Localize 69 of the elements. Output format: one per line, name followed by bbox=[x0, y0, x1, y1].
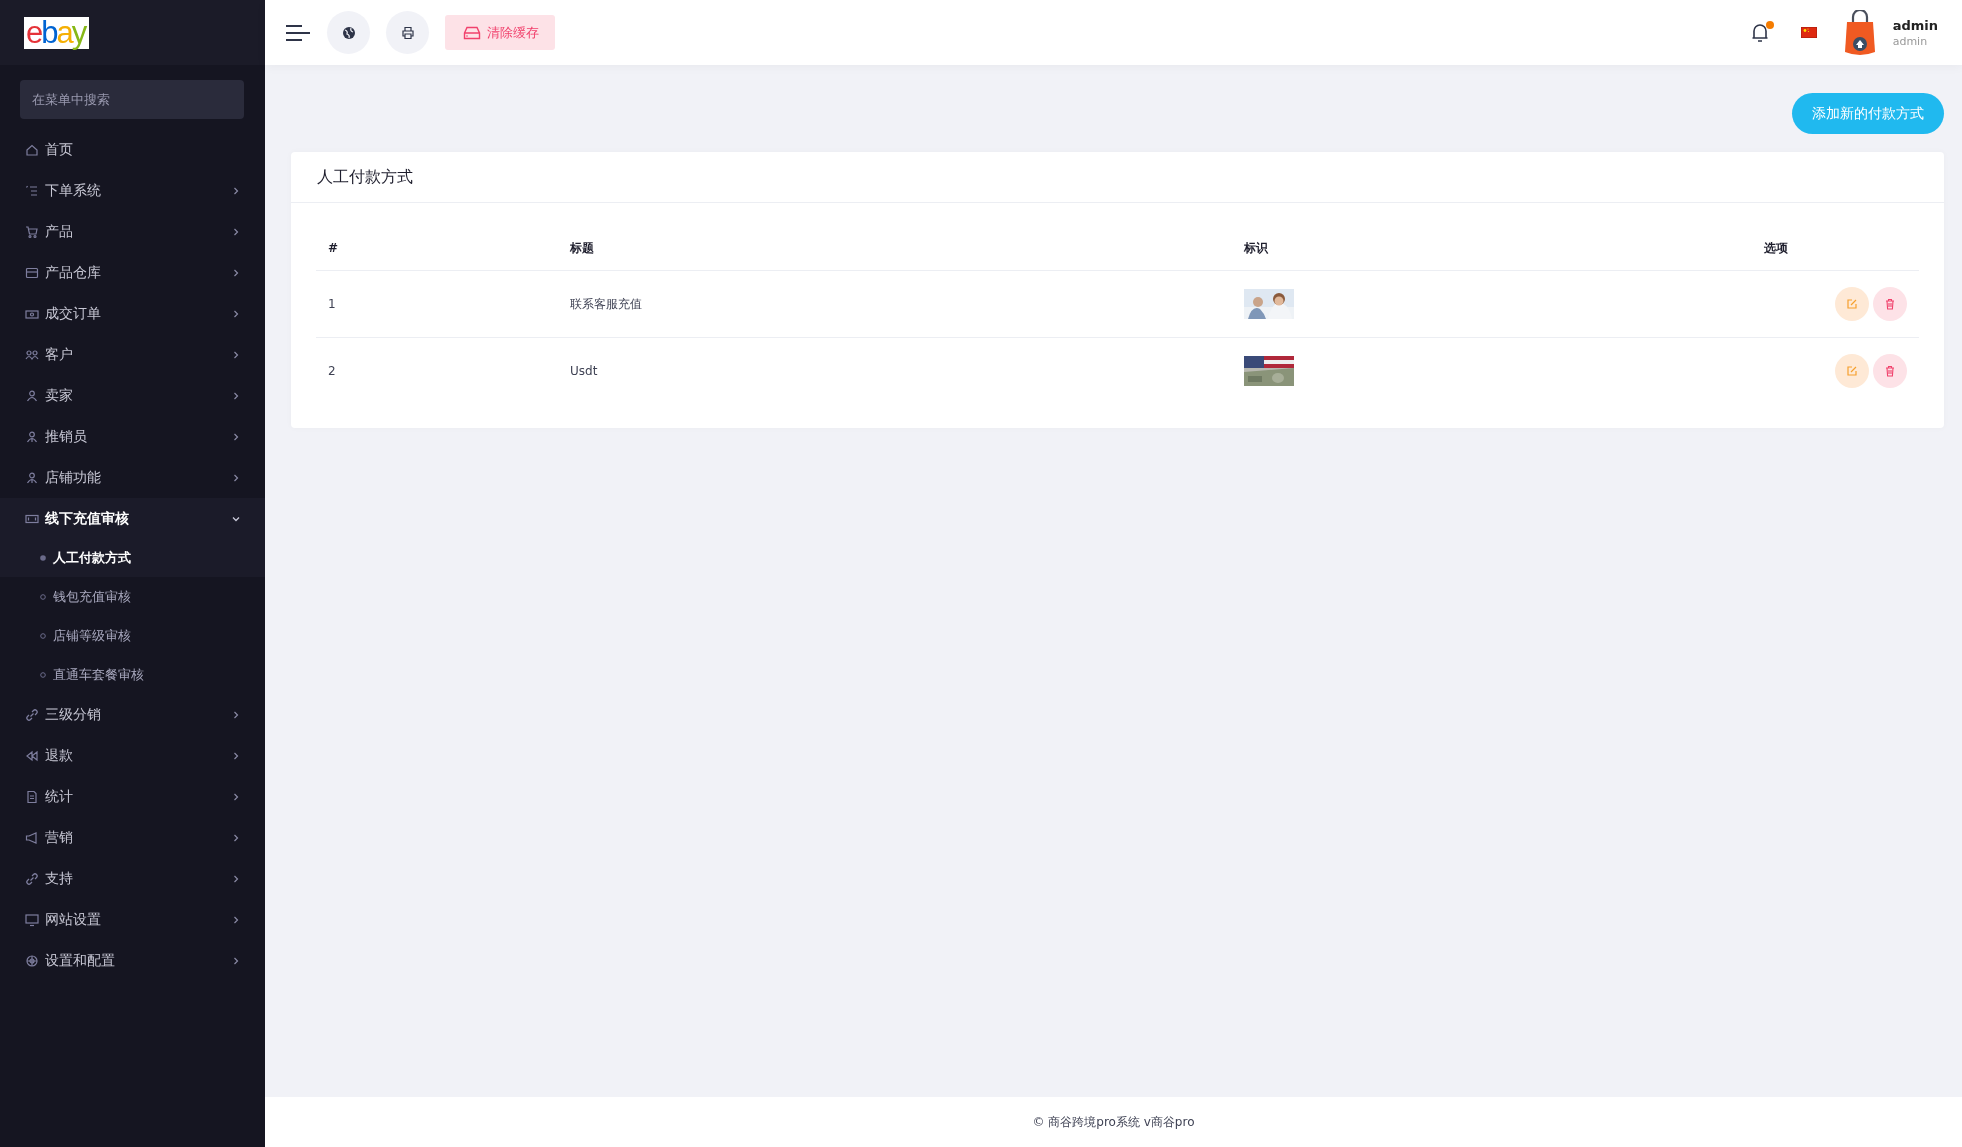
submenu-item[interactable]: 店铺等级审核 bbox=[0, 616, 265, 655]
home-icon bbox=[25, 142, 39, 157]
sidebar-item[interactable]: 统计 bbox=[0, 776, 265, 817]
column-header: # bbox=[316, 226, 558, 271]
link-icon bbox=[25, 871, 39, 886]
submenu-item[interactable]: 钱包充值审核 bbox=[0, 577, 265, 616]
table-cell: Usdt bbox=[558, 337, 1232, 404]
edit-icon bbox=[1846, 298, 1858, 310]
settings-icon bbox=[25, 953, 39, 968]
sidebar-item[interactable]: 下单系统 bbox=[0, 170, 265, 211]
edit-icon bbox=[1846, 365, 1858, 377]
sidebar-item[interactable]: 退款 bbox=[0, 735, 265, 776]
user-icon bbox=[25, 470, 39, 485]
search-field[interactable]: 在菜单中搜索 bbox=[20, 80, 244, 119]
sidebar-item[interactable]: 营销 bbox=[0, 817, 265, 858]
monitor-icon bbox=[25, 912, 39, 927]
submenu-item[interactable]: 人工付款方式 bbox=[0, 538, 265, 577]
sidebar-item[interactable]: 店铺功能 bbox=[0, 457, 265, 498]
cart-icon bbox=[25, 224, 39, 239]
sidebar-item[interactable]: 产品仓库 bbox=[0, 252, 265, 293]
sidebar-item[interactable]: 网站设置 bbox=[0, 899, 265, 940]
sidebar-item[interactable]: 产品 bbox=[0, 211, 265, 252]
menu-toggle-icon[interactable] bbox=[285, 22, 311, 43]
footer-text: © 商谷跨境pro系统 v商谷pro bbox=[1032, 1113, 1195, 1131]
list-icon bbox=[25, 183, 39, 198]
delete-button[interactable] bbox=[1873, 354, 1907, 388]
table-cell: 1 bbox=[316, 270, 558, 338]
sidebar-item[interactable]: 支持 bbox=[0, 858, 265, 899]
trash-icon bbox=[1884, 298, 1896, 310]
link-icon bbox=[25, 707, 39, 722]
sidebar-item[interactable]: 线下充值审核 bbox=[0, 498, 265, 539]
flag-icon bbox=[1800, 27, 1817, 38]
sidebar-item[interactable]: 设置和配置 bbox=[0, 940, 265, 981]
printer-icon bbox=[400, 25, 415, 40]
user-name: admin bbox=[1892, 17, 1938, 33]
user-icon bbox=[25, 388, 39, 403]
dot-icon bbox=[40, 554, 46, 561]
table-cell: 2 bbox=[316, 337, 558, 404]
archive-icon bbox=[25, 265, 39, 280]
bell-icon bbox=[1750, 22, 1769, 43]
shopping-bag-icon bbox=[1842, 9, 1877, 56]
circle-icon bbox=[40, 632, 46, 639]
logo[interactable]: ebay bbox=[24, 16, 90, 49]
user-icon bbox=[25, 429, 39, 444]
submenu-item[interactable]: 直通车套餐审核 bbox=[0, 655, 265, 694]
sidebar-item[interactable]: 成交订单 bbox=[0, 293, 265, 334]
sidebar-item[interactable]: 三级分销 bbox=[0, 694, 265, 735]
document-icon bbox=[25, 789, 39, 804]
globe-button[interactable] bbox=[327, 11, 370, 54]
column-header: 标题 bbox=[558, 226, 1232, 271]
user-role: admin bbox=[1892, 34, 1929, 48]
users-icon bbox=[25, 347, 39, 362]
table-cell: 联系客服充值 bbox=[558, 270, 1232, 338]
sidebar-item[interactable]: 首页 bbox=[0, 129, 265, 170]
trash-icon bbox=[1884, 365, 1896, 377]
print-button[interactable] bbox=[386, 11, 429, 54]
sidebar-item[interactable]: 推销员 bbox=[0, 416, 265, 457]
sidebar-item[interactable]: 客户 bbox=[0, 334, 265, 375]
column-header: 选项 bbox=[1752, 226, 1919, 271]
card-title: 人工付款方式 bbox=[317, 166, 413, 188]
rewind-icon bbox=[25, 748, 39, 763]
delete-button[interactable] bbox=[1873, 287, 1907, 321]
megaphone-icon bbox=[25, 830, 39, 845]
circle-icon bbox=[40, 593, 46, 600]
drive-icon bbox=[463, 25, 481, 40]
circle-icon bbox=[40, 671, 46, 678]
globe-icon bbox=[341, 25, 356, 40]
sidebar-item[interactable]: 卖家 bbox=[0, 375, 265, 416]
column-header: 标识 bbox=[1232, 226, 1752, 271]
